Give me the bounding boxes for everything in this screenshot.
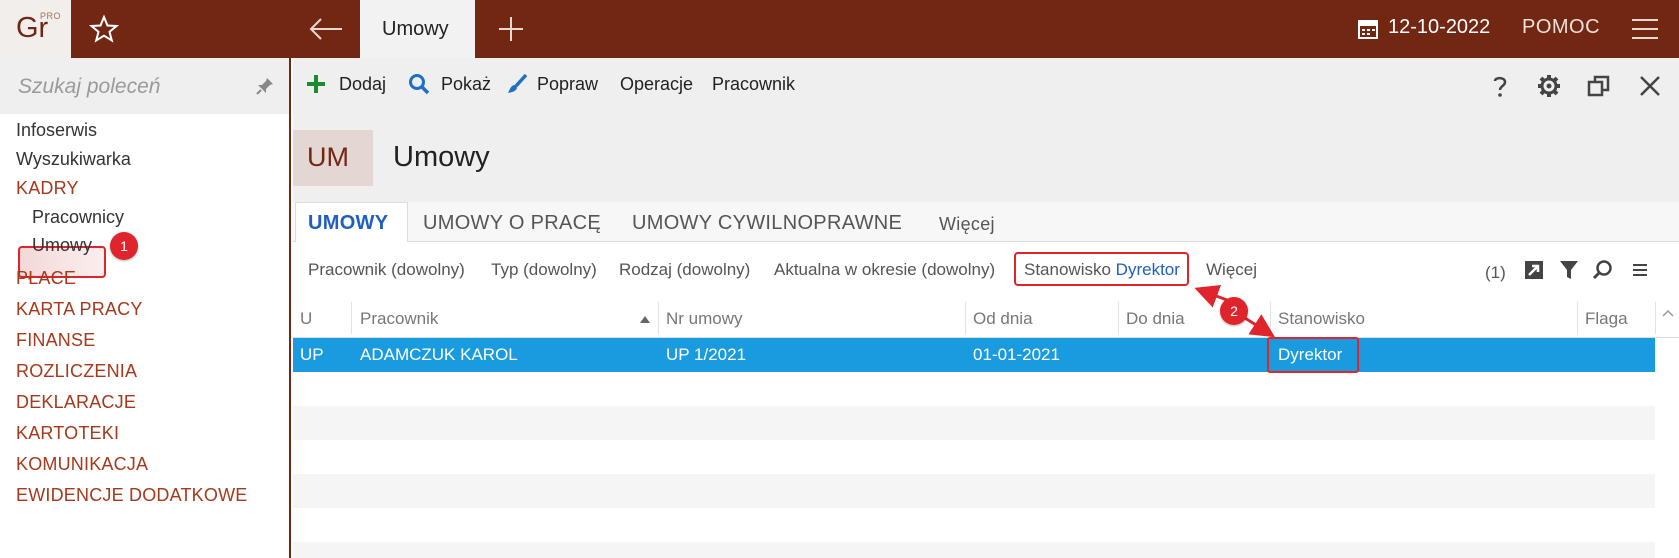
filter-bar: Pracownik (dowolny) Typ (dowolny) Rodzaj… [293,242,1679,298]
sidebar-item-umowy[interactable]: Umowy [32,235,92,256]
column-pracownik[interactable]: Pracownik [360,309,438,329]
cell-employee: ADAMCZUK KAROL [360,345,518,364]
empty-row [293,372,1655,406]
search-list-icon[interactable] [1592,259,1614,281]
scroll-up-chevron-icon[interactable] [1660,305,1676,321]
filter-more[interactable]: Więcej [1206,260,1257,280]
sidebar-item-karta-pracy[interactable]: KARTA PRACY [16,299,143,320]
search-input[interactable]: Szukaj poleceń [18,75,160,99]
empty-row [293,440,1655,474]
tab-wiecej[interactable]: Więcej [939,214,995,235]
command-search[interactable]: Szukaj poleceń [0,58,289,114]
brush-icon[interactable] [506,73,528,95]
sidebar-item-komunikacja[interactable]: KOMUNIKACJA [16,454,148,475]
empty-row [293,406,1655,440]
sidebar-item-finanse[interactable]: FINANSE [16,330,95,351]
window-tab-umowy[interactable]: Umowy [360,0,475,58]
column-separator [1577,302,1578,334]
sidebar-item-pracownicy[interactable]: Pracownicy [32,207,124,228]
column-nr-umowy[interactable]: Nr umowy [666,309,743,329]
cell-contract-number: UP 1/2021 [666,345,747,364]
sidebar-item-wyszukiwarka[interactable]: Wyszukiwarka [16,149,131,170]
column-separator [965,302,966,334]
column-separator [1655,302,1656,334]
page-header: UM Umowy [293,114,1679,202]
sidebar-item-infoserwis[interactable]: Infoserwis [16,120,97,141]
favorites-star-icon[interactable] [88,14,120,44]
sidebar-item-ewidencje-dodatkowe[interactable]: EWIDENCJE DODATKOWE [16,485,247,506]
tab-umowy[interactable]: UMOWY [308,212,388,235]
action-toolbar: Dodaj Pokaż Popraw Operacje Pracownik [293,58,1679,114]
column-separator [1118,302,1119,334]
employee-menu[interactable]: Pracownik [712,74,795,95]
filter-current-period[interactable]: Aktualna w okresie (dowolny) [774,260,995,280]
sort-ascending-icon[interactable] [639,312,651,323]
column-od-dnia[interactable]: Od dnia [973,309,1033,329]
export-icon[interactable] [1523,259,1545,281]
sidebar: Szukaj poleceń Infoserwis Wyszukiwarka K… [0,58,291,558]
list-menu-icon[interactable] [1629,259,1651,281]
top-bar: Gr PRO Umowy 12-10-2022 POMOC [0,0,1679,58]
gear-icon[interactable] [1535,72,1563,100]
module-abbr: UM [307,142,349,172]
filter-position-label: Stanowisko [1024,260,1111,279]
column-stanowisko[interactable]: Stanowisko [1278,309,1365,329]
filter-count: (1) [1485,263,1506,282]
filter-kind[interactable]: Rodzaj (dowolny) [619,260,750,280]
cell-from-date: 01-01-2021 [973,345,1060,364]
sidebar-item-kartoteki[interactable]: KARTOTEKI [16,423,119,444]
column-separator [1270,302,1271,334]
add-plus-icon[interactable] [305,73,327,95]
menu-hamburger-icon[interactable] [1630,18,1660,40]
search-icon[interactable] [408,73,430,95]
column-separator [658,302,659,334]
annotation-badge-1: 1 [110,232,138,260]
pin-icon[interactable] [255,76,275,96]
tab-umowy-o-prace[interactable]: UMOWY O PRACĘ [423,212,601,235]
column-do-dnia[interactable]: Do dnia [1126,309,1185,329]
back-arrow-icon[interactable] [306,14,346,44]
module-badge: UM [293,130,373,186]
sidebar-item-deklaracje[interactable]: DEKLARACJE [16,392,136,413]
operations-menu[interactable]: Operacje [620,74,693,95]
list-tabs: UMOWY UMOWY O PRACĘ UMOWY CYWILNOPRAWNE … [293,202,1679,243]
tab-umowy-cywilnoprawne[interactable]: UMOWY CYWILNOPRAWNE [632,212,902,235]
cell-position: Dyrektor [1278,345,1343,364]
restore-window-icon[interactable] [1585,72,1613,100]
filter-funnel-icon[interactable] [1558,259,1580,281]
column-u[interactable]: U [300,309,312,329]
cell-u: UP [300,345,324,364]
logo-pro-label: PRO [40,11,62,21]
app-logo[interactable]: Gr PRO [0,0,71,58]
add-button[interactable]: Dodaj [339,74,386,95]
close-icon[interactable] [1636,72,1664,100]
annotation-badge-2: 2 [1220,297,1248,325]
window-tab-label: Umowy [382,18,449,40]
column-flaga[interactable]: Flaga [1585,309,1628,329]
sidebar-item-rozliczenia[interactable]: ROZLICZENIA [16,361,137,382]
table-row[interactable]: UP ADAMCZUK KAROL UP 1/2021 01-01-2021 D… [293,337,1655,373]
working-date[interactable]: 12-10-2022 [1388,16,1490,39]
column-separator [351,302,352,334]
filter-type[interactable]: Typ (dowolny) [491,260,597,280]
calendar-icon[interactable] [1357,18,1379,40]
filter-position[interactable]: Stanowisko Dyrektor [1024,260,1180,280]
page-title: Umowy [393,141,490,173]
sidebar-item-kadry[interactable]: KADRY [16,178,79,199]
grid-header: U Pracownik Nr umowy Od dnia Do dnia Sta… [293,298,1679,338]
new-tab-plus-icon[interactable] [496,14,526,44]
show-button[interactable]: Pokaż [441,74,491,95]
help-question-icon[interactable] [1486,72,1514,100]
filter-employee[interactable]: Pracownik (dowolny) [308,260,465,280]
empty-row [293,542,1655,558]
sidebar-item-place[interactable]: PŁACE [16,268,76,289]
empty-row [293,474,1655,508]
filter-position-value: Dyrektor [1115,260,1180,279]
help-link[interactable]: POMOC [1522,16,1600,39]
empty-row [293,508,1655,542]
edit-button[interactable]: Popraw [537,74,598,95]
